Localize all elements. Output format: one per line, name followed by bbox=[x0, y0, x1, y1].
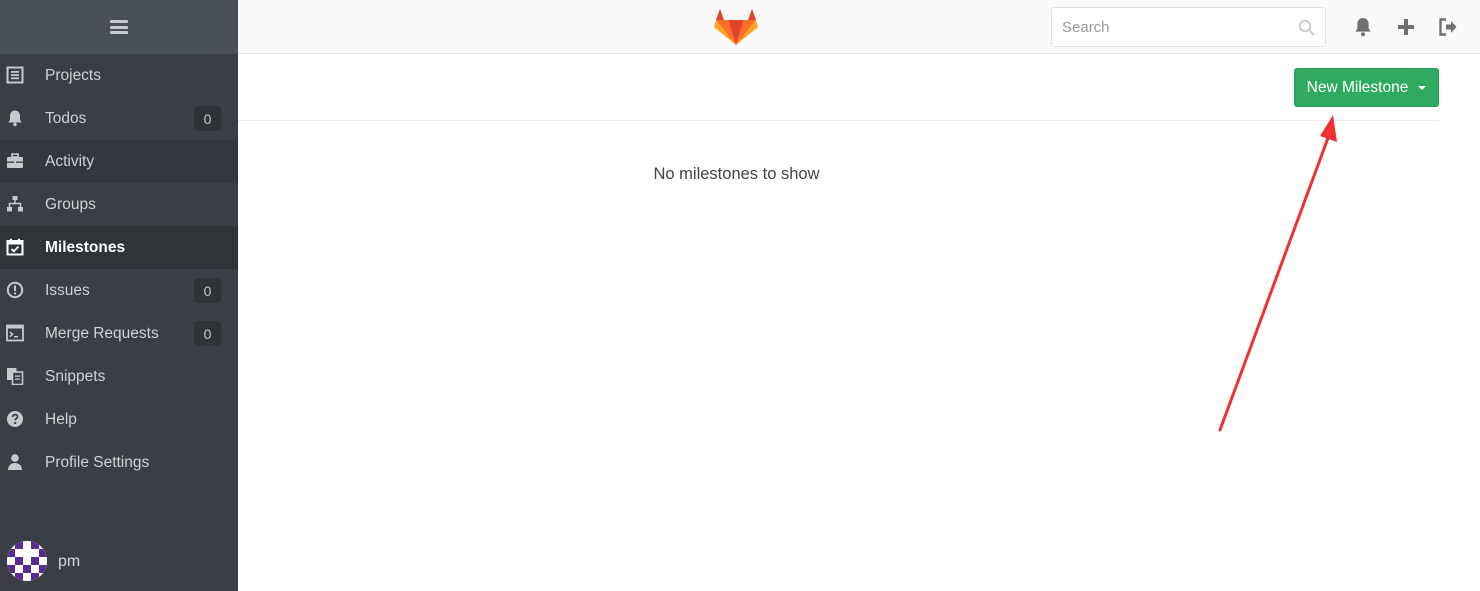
bell-icon bbox=[8, 110, 22, 127]
sidebar-item-label: Merge Requests bbox=[45, 324, 159, 342]
notifications-bell-icon[interactable] bbox=[1352, 16, 1374, 38]
user-icon bbox=[8, 454, 22, 470]
avatar bbox=[7, 541, 47, 581]
sign-out-icon[interactable] bbox=[1437, 16, 1459, 38]
exclamation-circle-icon bbox=[6, 281, 24, 299]
hamburger-icon bbox=[110, 20, 128, 34]
main-content: New Milestone No milestones to show bbox=[238, 55, 1480, 591]
gitlab-logo-icon[interactable] bbox=[714, 8, 758, 46]
sidebar-item-label: Profile Settings bbox=[45, 453, 150, 471]
caret-down-icon bbox=[1418, 85, 1427, 90]
sidebar-item-label: Projects bbox=[45, 66, 101, 84]
milestones-top-bar: New Milestone bbox=[238, 55, 1439, 121]
sidebar-item-label: Activity bbox=[45, 152, 95, 170]
search-box bbox=[1051, 7, 1326, 47]
sidebar-item-projects[interactable]: Projects bbox=[0, 54, 238, 97]
sidebar-item-label: Groups bbox=[45, 195, 96, 213]
new-milestone-label: New Milestone bbox=[1306, 78, 1409, 96]
sidebar-item-label: Snippets bbox=[45, 367, 106, 385]
sidebar-item-issues[interactable]: Issues 0 bbox=[0, 269, 238, 312]
terminal-icon bbox=[6, 324, 24, 342]
sitemap-icon bbox=[7, 196, 23, 212]
sidebar-toggle-button[interactable] bbox=[0, 0, 238, 54]
sidebar-item-label: Help bbox=[45, 410, 77, 428]
search-icon[interactable] bbox=[1298, 19, 1315, 36]
top-header bbox=[238, 0, 1480, 54]
sidebar-item-activity[interactable]: Activity bbox=[0, 140, 238, 183]
plus-icon[interactable] bbox=[1395, 16, 1417, 38]
merge-requests-count-badge: 0 bbox=[194, 321, 221, 346]
sidebar-item-label: Milestones bbox=[45, 238, 126, 256]
sidebar-item-help[interactable]: Help bbox=[0, 398, 238, 441]
projects-icon bbox=[6, 66, 24, 84]
sidebar-nav: Projects Todos 0 Activity Groups Milesto… bbox=[0, 54, 238, 484]
sidebar-item-merge-requests[interactable]: Merge Requests 0 bbox=[0, 312, 238, 355]
sidebar-item-profile-settings[interactable]: Profile Settings bbox=[0, 441, 238, 484]
sidebar-item-snippets[interactable]: Snippets bbox=[0, 355, 238, 398]
sidebar-item-milestones[interactable]: Milestones bbox=[0, 226, 238, 269]
calendar-check-icon bbox=[6, 238, 24, 256]
sidebar-item-label: Issues bbox=[45, 281, 90, 299]
search-input[interactable] bbox=[1052, 8, 1282, 46]
sidebar-item-todos[interactable]: Todos 0 bbox=[0, 97, 238, 140]
copy-icon bbox=[7, 368, 24, 385]
user-name: pm bbox=[58, 553, 81, 570]
todos-count-badge: 0 bbox=[194, 106, 221, 131]
sidebar-item-groups[interactable]: Groups bbox=[0, 183, 238, 226]
briefcase-icon bbox=[7, 153, 23, 168]
empty-state-message: No milestones to show bbox=[653, 165, 820, 183]
question-circle-icon bbox=[7, 411, 23, 427]
issues-count-badge: 0 bbox=[194, 278, 221, 303]
new-milestone-button[interactable]: New Milestone bbox=[1294, 68, 1439, 107]
sidebar: Projects Todos 0 Activity Groups Milesto… bbox=[0, 0, 238, 591]
user-profile-link[interactable]: pm bbox=[0, 533, 238, 591]
sidebar-item-label: Todos bbox=[45, 109, 87, 127]
